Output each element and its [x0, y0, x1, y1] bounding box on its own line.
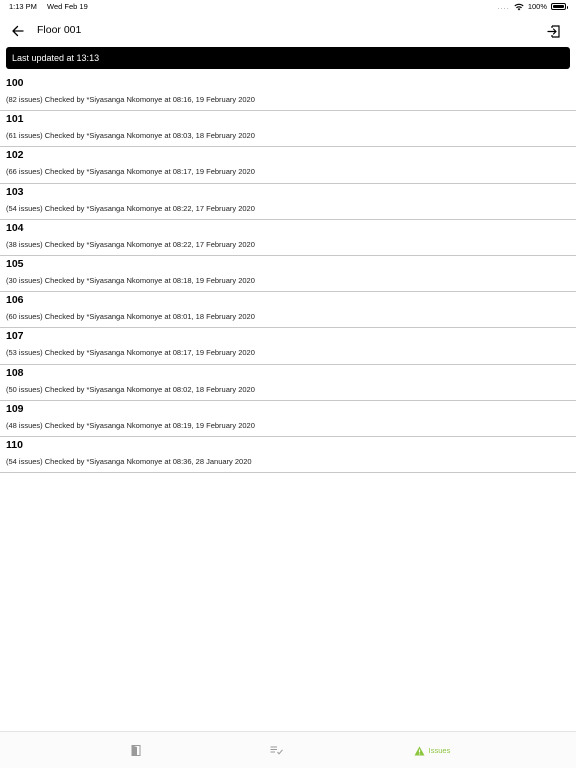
room-number: 110	[6, 438, 23, 451]
room-detail: (38 issues) Checked by *Siyasanga Nkomon…	[6, 239, 255, 249]
room-detail: (61 issues) Checked by *Siyasanga Nkomon…	[6, 131, 255, 141]
wifi-icon	[514, 3, 524, 10]
room-row[interactable]: 103 (54 issues) Checked by *Siyasanga Nko…	[0, 184, 576, 220]
room-number: 109	[6, 402, 24, 415]
room-number: 103	[6, 185, 24, 198]
room-detail: (54 issues) Checked by *Siyasanga Nkomon…	[6, 456, 252, 466]
room-list: 100 (82 issues) Checked by *Siyasanga Nko…	[0, 75, 576, 474]
room-row[interactable]: 108 (50 issues) Checked by *Siyasanga Nko…	[0, 365, 576, 401]
tab-issues[interactable]: Issues	[392, 732, 472, 769]
tab-issues-label: Issues	[428, 746, 451, 755]
status-bar: 1:13 PM Wed Feb 19 .... 100%	[0, 0, 576, 14]
room-detail: (50 issues) Checked by *Siyasanga Nkomon…	[6, 384, 255, 394]
status-date: Wed Feb 19	[47, 2, 88, 11]
signal-dots: ....	[497, 2, 510, 11]
tab-bar: Issues	[0, 731, 576, 768]
room-number: 107	[6, 330, 24, 343]
last-updated-banner: Last updated at 13:13	[6, 47, 570, 69]
room-detail: (53 issues) Checked by *Siyasanga Nkomon…	[6, 348, 255, 358]
room-detail: (66 issues) Checked by *Siyasanga Nkomon…	[6, 167, 255, 177]
room-row[interactable]: 106 (60 issues) Checked by *Siyasanga Nko…	[0, 292, 576, 329]
room-number: 108	[6, 366, 24, 379]
checklist-icon	[270, 746, 283, 755]
exit-button[interactable]	[544, 22, 562, 40]
room-row[interactable]: 109 (48 issues) Checked by *Siyasanga Nko…	[0, 401, 576, 437]
arrow-left-icon	[12, 25, 24, 37]
battery-icon	[551, 3, 568, 10]
tab-checklist[interactable]	[236, 732, 316, 769]
room-row[interactable]: 105 (30 issues) Checked by *Siyasanga Nko…	[0, 256, 576, 293]
room-number: 102	[6, 149, 24, 162]
room-number: 101	[6, 113, 24, 126]
room-detail: (48 issues) Checked by *Siyasanga Nkomon…	[6, 420, 255, 430]
back-button[interactable]	[9, 22, 27, 40]
room-row[interactable]: 107 (53 issues) Checked by *Siyasanga Nko…	[0, 328, 576, 365]
room-detail: (82 issues) Checked by *Siyasanga Nkomon…	[6, 95, 255, 104]
door-icon	[131, 745, 141, 756]
tab-rooms[interactable]	[96, 732, 176, 769]
page-title: Floor 001	[37, 24, 82, 36]
room-row[interactable]: 101 (61 issues) Checked by *Siyasanga Nko…	[0, 111, 576, 148]
room-number: 100	[6, 77, 24, 89]
battery-percent: 100%	[527, 2, 547, 11]
room-number: 104	[6, 221, 24, 234]
room-row[interactable]: 100 (82 issues) Checked by *Siyasanga Nko…	[0, 75, 576, 112]
room-number: 106	[6, 294, 24, 307]
nav-bar: Floor 001	[0, 16, 576, 46]
room-row[interactable]: 104 (38 issues) Checked by *Siyasanga Nko…	[0, 220, 576, 256]
room-row[interactable]: 102 (66 issues) Checked by *Siyasanga Nko…	[0, 147, 576, 184]
exit-icon	[546, 24, 560, 38]
room-detail: (60 issues) Checked by *Siyasanga Nkomon…	[6, 312, 255, 322]
status-time: 1:13 PM	[9, 2, 37, 11]
room-detail: (54 issues) Checked by *Siyasanga Nkomon…	[6, 203, 255, 213]
room-row[interactable]: 110 (54 issues) Checked by *Siyasanga Nko…	[0, 437, 576, 474]
warning-icon	[414, 746, 425, 755]
room-detail: (30 issues) Checked by *Siyasanga Nkomon…	[6, 275, 255, 285]
room-number: 105	[6, 257, 24, 270]
